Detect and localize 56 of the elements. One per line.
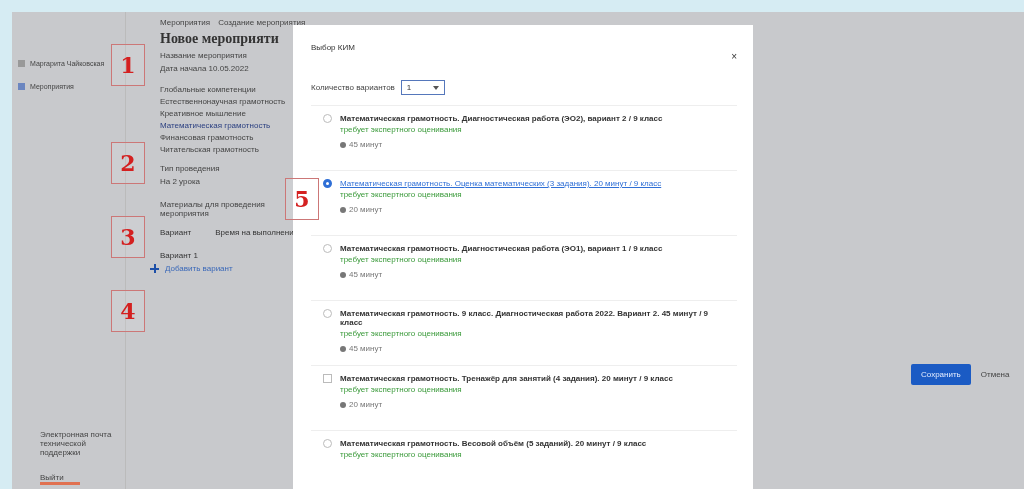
column-header: Вариант bbox=[160, 228, 192, 237]
modal-title: Выбор КИМ bbox=[311, 43, 355, 54]
clock-icon bbox=[340, 206, 346, 213]
duration-text: 45 минут bbox=[349, 270, 383, 279]
kim-title[interactable]: Математическая грамотность. Весовой объём (5 заданий). 20 минут / 9 класс bbox=[340, 439, 647, 448]
column-header: Время на выполнени bbox=[215, 228, 294, 237]
radio-button[interactable] bbox=[323, 179, 332, 188]
competency-option[interactable]: Финансовая грамотность bbox=[160, 133, 254, 142]
clock-icon bbox=[340, 401, 346, 408]
section-label: Материалы для проведения мероприятия bbox=[160, 200, 266, 218]
status-text: требует экспертного оценивания bbox=[340, 255, 463, 264]
callout-number: 1 bbox=[111, 44, 145, 86]
status-text: требует экспертного оценивания bbox=[340, 329, 463, 338]
competency-option[interactable]: Креативное мышление bbox=[160, 109, 246, 118]
kim-title[interactable]: Математическая грамотность. Оценка математических (3 задания). 20 минут / 9 класс bbox=[340, 179, 662, 188]
clock-icon bbox=[340, 271, 346, 278]
close-button[interactable]: × bbox=[731, 51, 737, 62]
checkbox[interactable] bbox=[323, 374, 332, 383]
date-text: Дата начала 10.05.2022 bbox=[160, 64, 249, 73]
cancel-link[interactable]: Отмена bbox=[980, 370, 1010, 379]
status-text: требует экспертного оценивания bbox=[340, 190, 463, 199]
duration-text: 20 минут bbox=[349, 205, 383, 214]
duration-text: 45 минут bbox=[349, 344, 383, 353]
duration-text: 45 минут bbox=[349, 140, 383, 149]
clock-icon bbox=[340, 141, 346, 148]
kim-title[interactable]: Математическая грамотность. Тренажёр для занятий (4 задания). 20 минут / 9 класс bbox=[340, 374, 673, 383]
field-label: Количество вариантов bbox=[311, 83, 395, 92]
caret-icon bbox=[432, 85, 439, 90]
competency-option[interactable]: Математическая грамотность bbox=[160, 121, 271, 130]
status-text: требует экспертного оценивания bbox=[340, 125, 463, 134]
status-text: требует экспертного оценивания bbox=[340, 385, 463, 394]
competency-option[interactable]: Глобальные компетенции bbox=[160, 85, 256, 94]
logout-link[interactable]: Выйти bbox=[40, 473, 80, 485]
callout-number: 5 bbox=[285, 178, 319, 220]
clock-icon bbox=[340, 345, 346, 352]
callout-number: 4 bbox=[111, 290, 145, 332]
competency-option[interactable]: Читательская грамотность bbox=[160, 145, 259, 154]
kim-title[interactable]: Математическая грамотность. Диагностическая работа (ЭО2), вариант 2 / 9 класс bbox=[340, 114, 663, 123]
breadcrumb-item[interactable]: Мероприятия bbox=[160, 18, 211, 27]
field-label: Название мероприятия bbox=[160, 51, 247, 60]
callout-number: 3 bbox=[111, 216, 145, 258]
page-title: Новое мероприяти bbox=[160, 31, 279, 47]
callout-number: 2 bbox=[111, 142, 145, 184]
count-select[interactable]: 1 bbox=[400, 80, 445, 95]
kim-title[interactable]: Математическая грамотность. 9 класс. Диагностическая работа 2022. Вариант 2. 45 минут / 9 класс bbox=[340, 309, 729, 327]
kim-title[interactable]: Математическая грамотность. Диагностическая работа (ЭО1), вариант 1 / 9 класс bbox=[340, 244, 663, 253]
status-text: требует экспертного оценивания bbox=[340, 450, 463, 459]
save-button[interactable]: Сохранить bbox=[911, 364, 971, 385]
add-variant-link[interactable]: Добавить вариант bbox=[150, 264, 233, 273]
competency-option[interactable]: Естественнонаучная грамотность bbox=[160, 97, 286, 106]
table-cell-text: Вариант 1 bbox=[160, 250, 198, 260]
duration-text: 20 минут bbox=[349, 400, 383, 409]
support-link[interactable]: Электронная почта технической поддержки bbox=[40, 430, 120, 457]
breadcrumb-item[interactable]: Создание мероприятия bbox=[218, 18, 306, 27]
mode-value: На 2 урока bbox=[160, 177, 201, 186]
field-label: Тип проведения bbox=[160, 164, 220, 173]
